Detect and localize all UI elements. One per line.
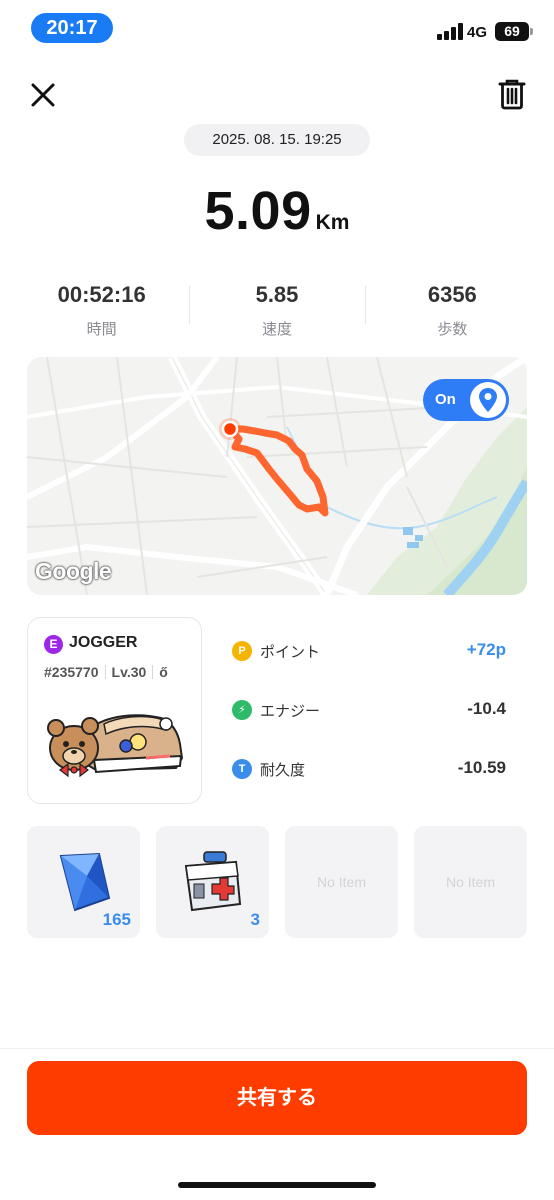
item-slot-empty[interactable]: No Item: [285, 826, 398, 938]
sneaker-glyph: ő: [159, 664, 168, 680]
network-type: 4G: [467, 24, 488, 41]
status-bar: 20:17 4G 69: [0, 0, 554, 56]
sneaker-level: Lv.30: [111, 664, 147, 680]
sneaker-id: #235770: [44, 664, 99, 680]
distance-unit: Km: [315, 211, 350, 234]
stat-label: 歩数: [437, 321, 468, 338]
empty-slot-label: No Item: [445, 874, 495, 890]
home-indicator: [178, 1182, 376, 1188]
stat-speed: 5.85 速度: [189, 282, 364, 342]
stat-value: 6356: [427, 282, 477, 307]
reward-label: エナジー: [260, 703, 321, 720]
route-map[interactable]: On Google: [27, 357, 527, 595]
run-date: 2025. 08. 15. 19:25: [184, 124, 370, 156]
stat-time: 00:52:16 時間: [14, 282, 189, 342]
battery-icon: 69: [495, 22, 529, 41]
location-pin-icon: [470, 382, 506, 418]
map-toggle-label: On: [435, 391, 456, 408]
trash-icon: [498, 79, 526, 110]
item-count: 3: [250, 910, 260, 929]
distance-value: 5.09: [204, 181, 312, 241]
stat-label: 速度: [261, 321, 292, 338]
close-button[interactable]: [26, 78, 60, 112]
distance-display: 5.09 Km: [0, 180, 554, 242]
stat-value: 00:52:16: [57, 282, 146, 307]
reward-durability: T 耐久度 -10.59: [230, 758, 506, 782]
stat-steps: 6356 歩数: [364, 282, 540, 342]
google-logo: Google: [35, 558, 112, 584]
sneaker-meta: #235770 Lv.30 ő: [44, 664, 168, 680]
battery-tip: [530, 28, 533, 35]
empty-slot-label: No Item: [316, 874, 366, 890]
energy-icon: ⚡: [232, 700, 252, 720]
reward-label: 耐久度: [260, 762, 306, 779]
reward-value: +72p: [466, 640, 506, 659]
stat-label: 時間: [86, 321, 117, 338]
sneaker-type: JOGGER: [69, 634, 138, 651]
reward-energy: ⚡ エナジー -10.4: [230, 699, 506, 723]
points-icon: P: [232, 641, 252, 661]
divider: [104, 665, 106, 679]
sneaker-card[interactable]: E JOGGER #235770 Lv.30 ő: [27, 617, 202, 804]
reward-label: ポイント: [260, 644, 321, 661]
item-count: 165: [102, 910, 131, 929]
delete-button[interactable]: [494, 76, 530, 112]
stat-value: 5.85: [255, 282, 299, 307]
close-icon: [31, 83, 55, 107]
reward-value: -10.59: [457, 758, 506, 777]
durability-icon: T: [232, 759, 252, 779]
signal-icon: [437, 22, 463, 40]
divider: [0, 1048, 554, 1049]
sneaker-grade-badge: E: [44, 635, 63, 654]
status-time: 20:17: [31, 13, 113, 43]
item-slot-empty[interactable]: No Item: [414, 826, 527, 938]
map-toggle[interactable]: On: [423, 379, 509, 421]
share-button[interactable]: 共有する: [27, 1061, 527, 1135]
item-slot-repair-kit[interactable]: 3: [156, 826, 269, 938]
bear-sneaker-image: [47, 714, 184, 778]
run-stats: 00:52:16 時間 5.85 速度 6356 歩数: [14, 282, 540, 342]
reward-value: -10.4: [467, 699, 506, 718]
item-slot-gem[interactable]: 165: [27, 826, 140, 938]
divider: [152, 665, 154, 679]
reward-points: P ポイント +72p: [230, 640, 506, 664]
